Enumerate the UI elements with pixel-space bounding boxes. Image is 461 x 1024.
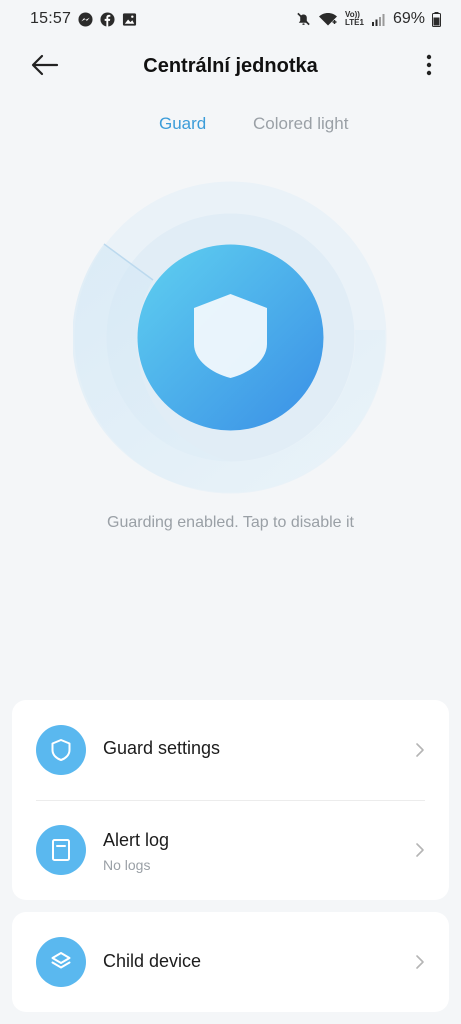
battery-icon [432, 11, 441, 27]
child-device-text: Child device [103, 951, 201, 972]
back-button[interactable] [28, 50, 62, 80]
signal-icon [371, 12, 386, 27]
status-bar-left: 15:57 [30, 10, 137, 28]
guard-settings-row[interactable]: Guard settings [12, 700, 449, 800]
gallery-icon [122, 12, 137, 27]
volte-bottom-label: LTE1 [345, 18, 364, 27]
status-time: 15:57 [30, 10, 72, 27]
tab-colored-light[interactable]: Colored light [253, 114, 348, 134]
settings-card: Guard settings Alert log No logs [12, 700, 449, 900]
child-device-icon-circle [36, 937, 86, 987]
tab-guard[interactable]: Guard [159, 114, 206, 134]
alert-log-text: Alert log No logs [103, 830, 169, 873]
more-vertical-icon [426, 54, 432, 76]
child-device-label: Child device [103, 951, 202, 971]
guard-settings-text: Guard settings [103, 738, 220, 759]
battery-percent: 69% [392, 10, 425, 27]
guard-settings-icon-circle [36, 725, 86, 775]
alert-log-row[interactable]: Alert log No logs [12, 800, 449, 900]
guard-settings-label: Guard settings [103, 738, 221, 758]
mode-tabs: Guard Colored light [0, 114, 461, 142]
alert-log-label: Alert log [103, 830, 170, 850]
child-device-card: Child device [12, 912, 449, 1012]
wifi-icon [318, 12, 338, 27]
status-bar: 15:57 Vo)) LTE1 69% [0, 0, 461, 38]
page-title: Centrální jednotka [143, 54, 318, 77]
log-document-icon [52, 839, 70, 861]
more-options-button[interactable] [419, 50, 439, 80]
chevron-right-icon [415, 841, 427, 859]
messenger-icon [78, 11, 93, 27]
shield-outline-icon [51, 739, 71, 761]
layers-icon [51, 952, 71, 969]
alert-log-icon-circle [36, 825, 86, 875]
mute-icon [296, 12, 311, 27]
volte-icon: Vo)) LTE1 [345, 11, 364, 27]
alert-log-subtitle: No logs [103, 857, 151, 873]
chevron-right-icon [415, 741, 427, 759]
guard-status-text[interactable]: Guarding enabled. Tap to disable it [0, 514, 461, 532]
app-header: Centrální jednotka [0, 40, 461, 92]
chevron-right-icon [415, 953, 427, 971]
facebook-icon [100, 11, 115, 27]
child-device-row[interactable]: Child device [12, 912, 449, 1012]
guard-indicator [72, 180, 388, 495]
back-arrow-icon [31, 54, 59, 76]
status-bar-right: Vo)) LTE1 69% [296, 10, 441, 28]
